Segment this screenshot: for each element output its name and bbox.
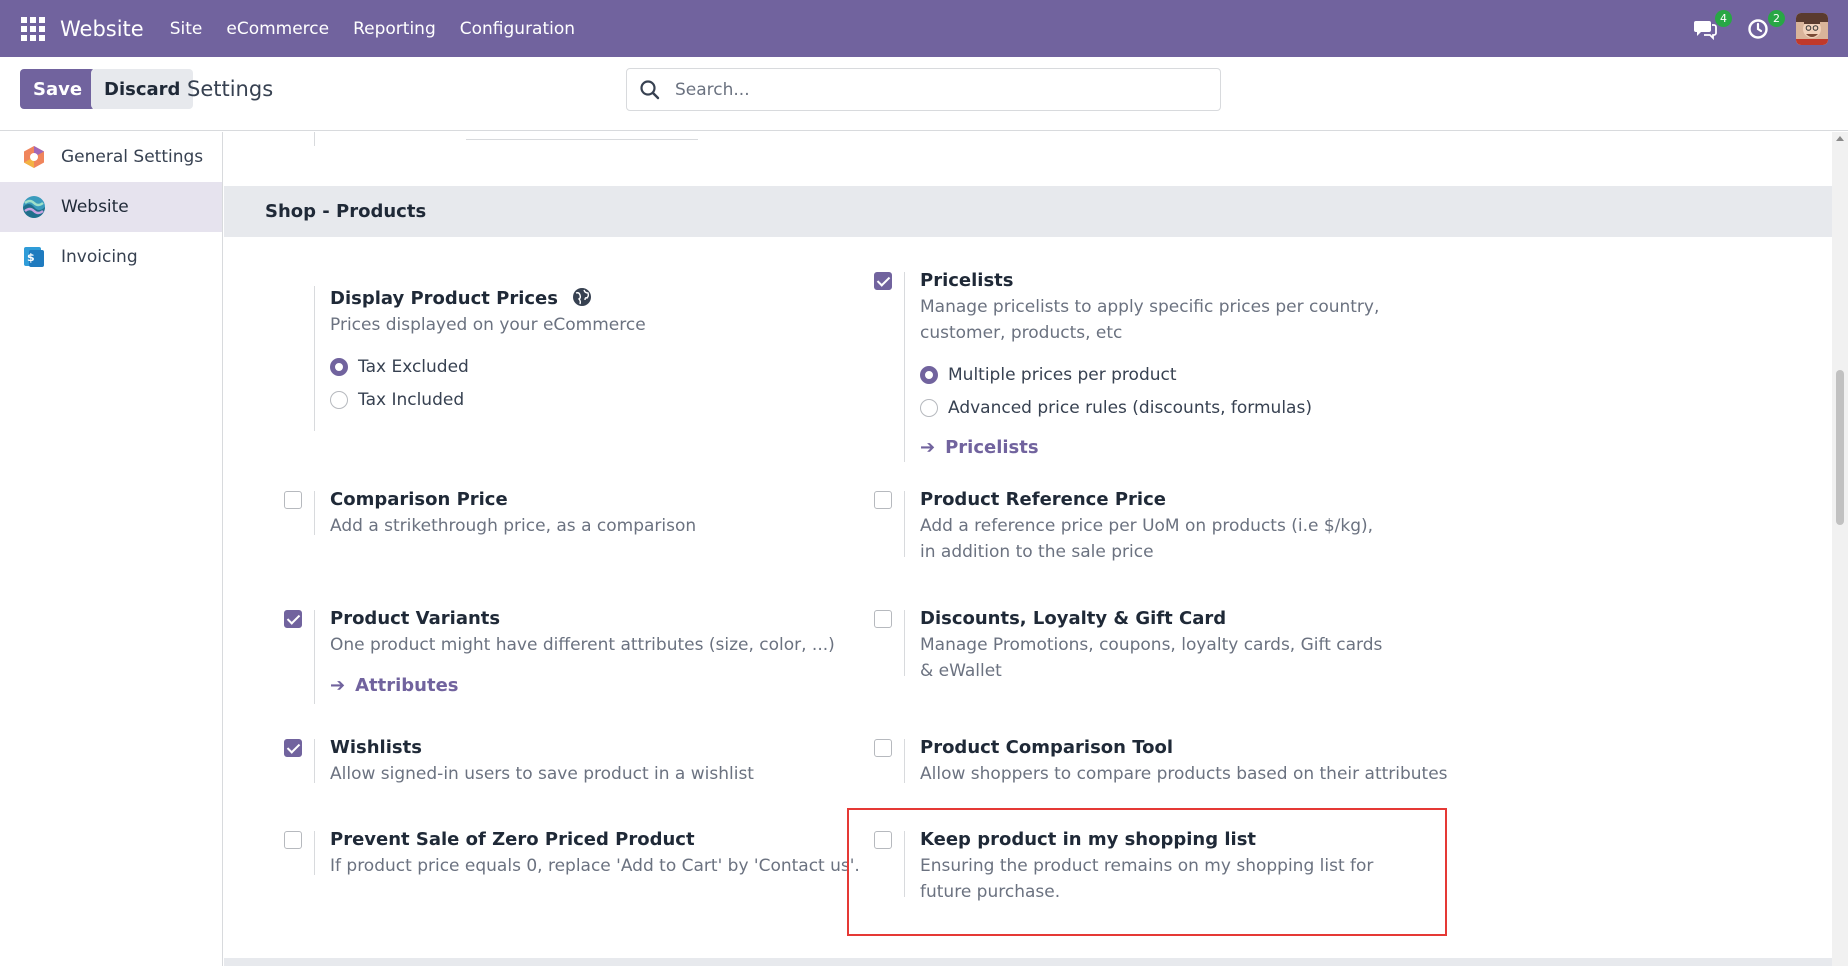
- setting-prevent-zero-price-sale: Prevent Sale of Zero Priced Product If p…: [284, 829, 860, 881]
- menu-site[interactable]: Site: [158, 19, 215, 39]
- radio-label: Tax Included: [358, 389, 465, 410]
- link-label: Attributes: [355, 674, 459, 696]
- previous-setting-input-line: [466, 139, 698, 140]
- setting-description: Prices displayed on your eCommerce: [330, 315, 646, 335]
- sidebar-item-label: Invoicing: [61, 247, 138, 267]
- chat-icon: [1694, 20, 1717, 40]
- radio-tax-included[interactable]: Tax Included: [330, 383, 646, 416]
- main-scrollbar[interactable]: [1832, 132, 1848, 966]
- globe-icon: [573, 288, 592, 306]
- activities-button[interactable]: 2: [1743, 9, 1785, 44]
- menu-ecommerce[interactable]: eCommerce: [214, 19, 341, 39]
- radio-label: Tax Excluded: [358, 356, 469, 377]
- section-title: Shop - Products: [224, 186, 1832, 237]
- radio-advanced-price-rules[interactable]: Advanced price rules (discounts, formula…: [920, 391, 1390, 424]
- setting-title: Prevent Sale of Zero Priced Product: [330, 829, 695, 850]
- reference-price-checkbox[interactable]: [874, 491, 892, 509]
- setting-description: If product price equals 0, replace 'Add …: [330, 856, 860, 876]
- setting-title: Wishlists: [330, 737, 422, 758]
- highlight-box: [847, 808, 1447, 936]
- odoo-logo-icon: [24, 146, 44, 168]
- arrow-right-icon: ➔: [330, 674, 346, 696]
- setting-title: Comparison Price: [330, 489, 508, 510]
- radio-button[interactable]: [920, 398, 938, 417]
- discard-button[interactable]: Discard: [91, 69, 194, 109]
- scrollbar-thumb[interactable]: [1836, 370, 1844, 525]
- previous-setting-divider: [314, 132, 315, 146]
- user-avatar[interactable]: [1796, 12, 1828, 45]
- invoicing-app-icon: $: [24, 247, 44, 267]
- search-input[interactable]: [675, 79, 1215, 100]
- scroll-up-icon[interactable]: [1836, 136, 1844, 141]
- setting-description: Allow signed-in users to save product in…: [330, 764, 754, 784]
- setting-comparison-price: Comparison Price Add a strikethrough pri…: [284, 489, 804, 571]
- save-button[interactable]: Save: [20, 69, 96, 109]
- search-box[interactable]: [626, 68, 1221, 111]
- setting-title: Product Reference Price: [920, 489, 1166, 510]
- next-section-header: [224, 958, 1832, 966]
- comparison-price-checkbox[interactable]: [284, 491, 302, 509]
- sidebar-item-label: General Settings: [61, 147, 204, 167]
- activities-badge: 2: [1768, 9, 1785, 27]
- setting-description: Add a strikethrough price, as a comparis…: [330, 516, 697, 536]
- menu-configuration[interactable]: Configuration: [448, 19, 587, 39]
- setting-wishlists: Wishlists Allow signed-in users to save …: [284, 737, 804, 789]
- setting-product-reference-price: Product Reference Price Add a reference …: [874, 489, 1394, 571]
- app-brand[interactable]: Website: [60, 17, 144, 41]
- page-title: Settings: [187, 77, 274, 101]
- arrow-right-icon: ➔: [920, 436, 936, 458]
- comparison-tool-checkbox[interactable]: [874, 739, 892, 757]
- control-panel: Save Discard Settings: [0, 57, 1848, 131]
- setting-title: Product Comparison Tool: [920, 737, 1174, 758]
- search-icon: [640, 79, 660, 99]
- pricelists-checkbox[interactable]: [874, 272, 892, 290]
- setting-description: Manage Promotions, coupons, loyalty card…: [920, 635, 1383, 681]
- product-variants-checkbox[interactable]: [284, 610, 302, 628]
- sidebar-item-website[interactable]: Website: [0, 182, 222, 232]
- discounts-checkbox[interactable]: [874, 610, 892, 628]
- website-app-icon: [23, 196, 45, 218]
- zero-price-checkbox[interactable]: [284, 831, 302, 849]
- sidebar-item-label: Website: [61, 197, 129, 217]
- setting-pricelists: Pricelists Manage pricelists to apply sp…: [874, 270, 1394, 462]
- setting-title: Display Product Prices: [330, 288, 558, 309]
- messages-badge: 4: [1715, 9, 1732, 27]
- user-avatar-icon: [1796, 12, 1828, 45]
- apps-menu-icon[interactable]: [21, 16, 45, 41]
- setting-display-product-prices: Display Product Prices Prices displayed …: [284, 286, 804, 436]
- setting-title: Product Variants: [330, 608, 501, 629]
- setting-product-comparison-tool: Product Comparison Tool Allow shoppers t…: [874, 737, 1448, 789]
- setting-title: Pricelists: [920, 270, 1014, 291]
- setting-product-variants: Product Variants One product might have …: [284, 608, 835, 710]
- svg-text:$: $: [27, 251, 35, 264]
- messages-button[interactable]: 4: [1690, 9, 1732, 44]
- setting-description: Add a reference price per UoM on product…: [920, 516, 1374, 562]
- sidebar-item-general-settings[interactable]: General Settings: [0, 132, 222, 182]
- radio-button[interactable]: [920, 365, 938, 384]
- radio-tax-excluded[interactable]: Tax Excluded: [330, 350, 646, 383]
- radio-label: Advanced price rules (discounts, formula…: [948, 397, 1312, 418]
- setting-title: Discounts, Loyalty & Gift Card: [920, 608, 1227, 629]
- settings-sidebar: General Settings Website $ Invoicing: [0, 132, 223, 966]
- link-label: Pricelists: [945, 436, 1039, 458]
- radio-multiple-prices[interactable]: Multiple prices per product: [920, 358, 1390, 391]
- wishlists-checkbox[interactable]: [284, 739, 302, 757]
- top-navbar: Website Site eCommerce Reporting Configu…: [0, 0, 1848, 57]
- clock-icon: [1748, 18, 1768, 39]
- setting-description: Allow shoppers to compare products based…: [920, 764, 1448, 784]
- radio-button[interactable]: [330, 357, 348, 376]
- setting-description: Manage pricelists to apply specific pric…: [920, 297, 1380, 343]
- radio-label: Multiple prices per product: [948, 364, 1177, 385]
- setting-description: One product might have different attribu…: [330, 635, 835, 655]
- settings-main: Shop - Products Display Product Prices P…: [224, 132, 1832, 966]
- attributes-link[interactable]: ➔ Attributes: [330, 670, 830, 700]
- radio-button[interactable]: [330, 390, 348, 409]
- sidebar-item-invoicing[interactable]: $ Invoicing: [0, 232, 222, 282]
- setting-discounts-loyalty: Discounts, Loyalty & Gift Card Manage Pr…: [874, 608, 1394, 690]
- menu-reporting[interactable]: Reporting: [341, 19, 448, 39]
- pricelists-link[interactable]: ➔ Pricelists: [920, 432, 1390, 462]
